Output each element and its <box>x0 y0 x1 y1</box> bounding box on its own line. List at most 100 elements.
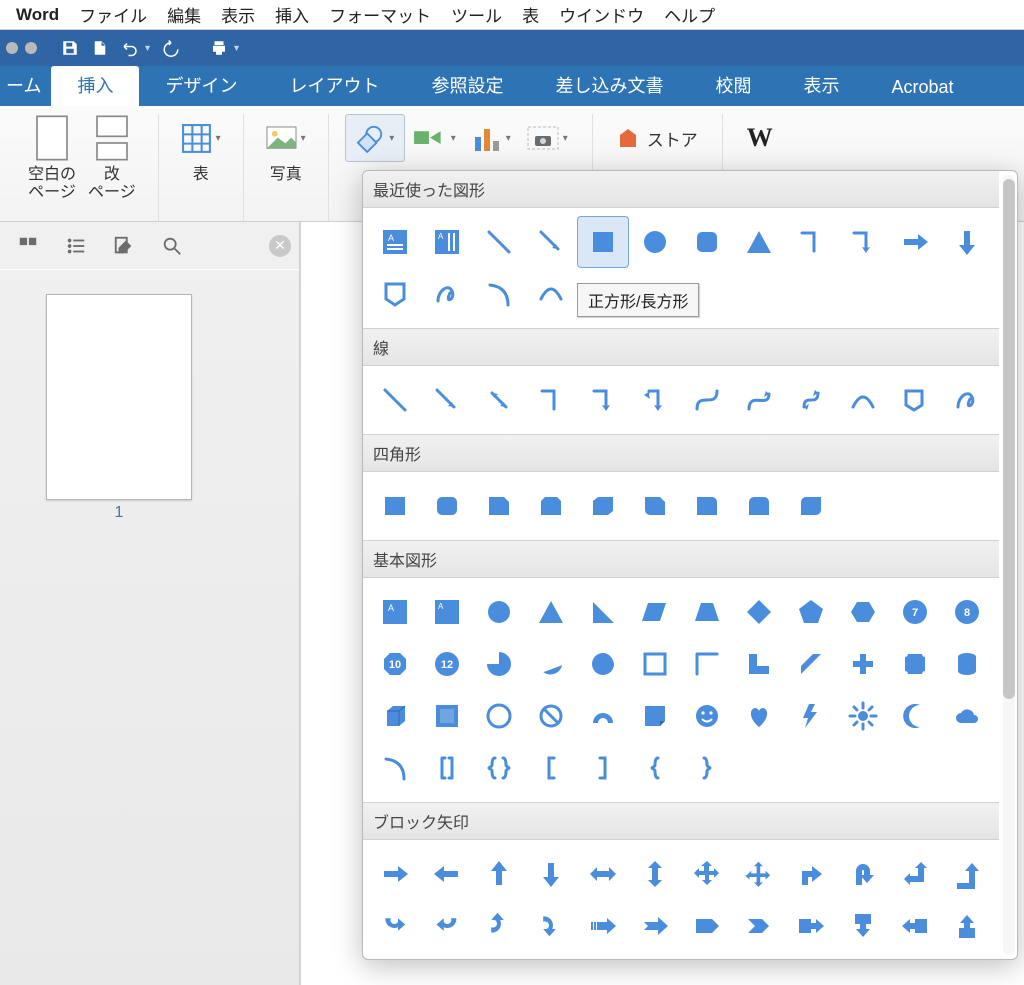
basic-chord[interactable] <box>525 638 577 690</box>
basic-plaque[interactable] <box>889 638 941 690</box>
arrow-up[interactable] <box>473 848 525 900</box>
arrow-left-right-callout[interactable] <box>369 952 421 959</box>
menu-insert[interactable]: 挿入 <box>265 2 319 27</box>
line-elbow-arrow[interactable] <box>577 374 629 426</box>
line-freeform-closed[interactable] <box>889 374 941 426</box>
tab-home[interactable]: ーム <box>0 66 51 106</box>
smartart-button[interactable]: ▾ <box>405 114 464 162</box>
line-straight[interactable] <box>369 374 421 426</box>
arrow-bent-up[interactable] <box>941 848 993 900</box>
arrow-left-callout[interactable] <box>889 900 941 952</box>
rect-round-2-diag[interactable] <box>785 480 837 532</box>
chart-button[interactable]: ▾ <box>464 114 519 162</box>
basic-decagon[interactable]: 10 <box>369 638 421 690</box>
basic-bracket-pair[interactable] <box>421 742 473 794</box>
arrow-left[interactable] <box>421 848 473 900</box>
menu-table[interactable]: 表 <box>512 2 549 27</box>
basic-bevel[interactable] <box>421 690 473 742</box>
shape-triangle[interactable] <box>733 216 785 268</box>
basic-moon[interactable] <box>889 690 941 742</box>
menu-view[interactable]: 表示 <box>211 2 265 27</box>
thumbnails-view-icon[interactable] <box>4 226 52 266</box>
arrow-down-callout[interactable] <box>837 900 889 952</box>
basic-lightning[interactable] <box>785 690 837 742</box>
basic-plus[interactable] <box>837 638 889 690</box>
arrow-uturn[interactable] <box>837 848 889 900</box>
basic-textbox[interactable]: A <box>369 586 421 638</box>
line-curve-double-arrow[interactable] <box>785 374 837 426</box>
rect-rounded[interactable] <box>421 480 473 532</box>
shape-connector-elbow[interactable] <box>785 216 837 268</box>
tab-design[interactable]: デザイン <box>139 66 263 106</box>
shape-curve[interactable] <box>525 268 577 320</box>
tab-mailings[interactable]: 差し込み文書 <box>529 66 689 106</box>
basic-teardrop[interactable] <box>577 638 629 690</box>
basic-trapezoid[interactable] <box>681 586 733 638</box>
store-button[interactable]: ストア <box>609 114 706 162</box>
basic-left-brace[interactable] <box>629 742 681 794</box>
arrow-chevron[interactable] <box>733 900 785 952</box>
app-name[interactable]: Word <box>6 5 69 25</box>
basic-frame[interactable] <box>629 638 681 690</box>
shape-line[interactable] <box>473 216 525 268</box>
blank-page-button[interactable]: 空白の ページ <box>22 114 82 221</box>
arrow-circular[interactable] <box>473 952 525 959</box>
tab-references[interactable]: 参照設定 <box>405 66 529 106</box>
basic-cube[interactable] <box>369 690 421 742</box>
page-break-button[interactable]: 改 ページ <box>82 114 142 221</box>
basic-smiley[interactable] <box>681 690 733 742</box>
page-thumbnail[interactable] <box>46 294 192 500</box>
panel-scrollbar[interactable] <box>1003 175 1015 955</box>
arrow-up-callout[interactable] <box>941 900 993 952</box>
search-icon[interactable] <box>148 226 196 266</box>
basic-left-bracket[interactable] <box>525 742 577 794</box>
basic-right-bracket[interactable] <box>577 742 629 794</box>
line-scribble[interactable] <box>941 374 993 426</box>
rect-basic[interactable] <box>369 480 421 532</box>
table-button[interactable]: ▾ 表 <box>175 114 227 221</box>
basic-hexagon[interactable] <box>837 586 889 638</box>
basic-right-brace[interactable] <box>681 742 733 794</box>
screenshot-button[interactable]: ▾ <box>519 114 576 162</box>
qa-doc-icon[interactable] <box>85 34 115 62</box>
basic-right-triangle[interactable] <box>577 586 629 638</box>
arrow-left-right[interactable] <box>577 848 629 900</box>
line-elbow-double-arrow[interactable] <box>629 374 681 426</box>
basic-pie[interactable] <box>473 638 525 690</box>
basic-folded-corner[interactable] <box>629 690 681 742</box>
arrow-up-down[interactable] <box>629 848 681 900</box>
basic-block-arc[interactable] <box>577 690 629 742</box>
basic-brace-pair[interactable] <box>473 742 525 794</box>
arrow-right-callout[interactable] <box>785 900 837 952</box>
line-curve-arrow[interactable] <box>733 374 785 426</box>
menu-format[interactable]: フォーマット <box>319 2 441 27</box>
shape-textbox[interactable]: A <box>369 216 421 268</box>
basic-sun[interactable] <box>837 690 889 742</box>
arrow-quad[interactable] <box>681 848 733 900</box>
arrow-curved-right[interactable] <box>369 900 421 952</box>
qa-redo-icon[interactable] <box>156 34 186 62</box>
shape-arrow-down[interactable] <box>941 216 993 268</box>
menu-file[interactable]: ファイル <box>69 2 157 27</box>
qa-print-icon[interactable] <box>204 34 234 62</box>
arrow-curved-left[interactable] <box>421 900 473 952</box>
arrow-notched-right[interactable] <box>629 900 681 952</box>
rect-snip-2-same[interactable] <box>525 480 577 532</box>
scrollbar-thumb[interactable] <box>1003 179 1015 699</box>
arrow-curved-down[interactable] <box>525 900 577 952</box>
basic-cloud[interactable] <box>941 690 993 742</box>
arrow-down[interactable] <box>525 848 577 900</box>
shape-arc[interactable] <box>473 268 525 320</box>
basic-ellipse[interactable] <box>473 586 525 638</box>
menu-window[interactable]: ウインドウ <box>549 2 654 27</box>
tab-view[interactable]: 表示 <box>777 66 865 106</box>
shape-rectangle[interactable] <box>577 216 629 268</box>
line-arrow[interactable] <box>421 374 473 426</box>
shapes-button[interactable]: ▾ <box>345 114 405 162</box>
arrow-tri[interactable] <box>733 848 785 900</box>
shape-rounded-rect[interactable] <box>681 216 733 268</box>
outline-view-icon[interactable] <box>52 226 100 266</box>
rect-round-1[interactable] <box>681 480 733 532</box>
shape-connector-elbow-arrow[interactable] <box>837 216 889 268</box>
arrow-left-up[interactable] <box>889 848 941 900</box>
